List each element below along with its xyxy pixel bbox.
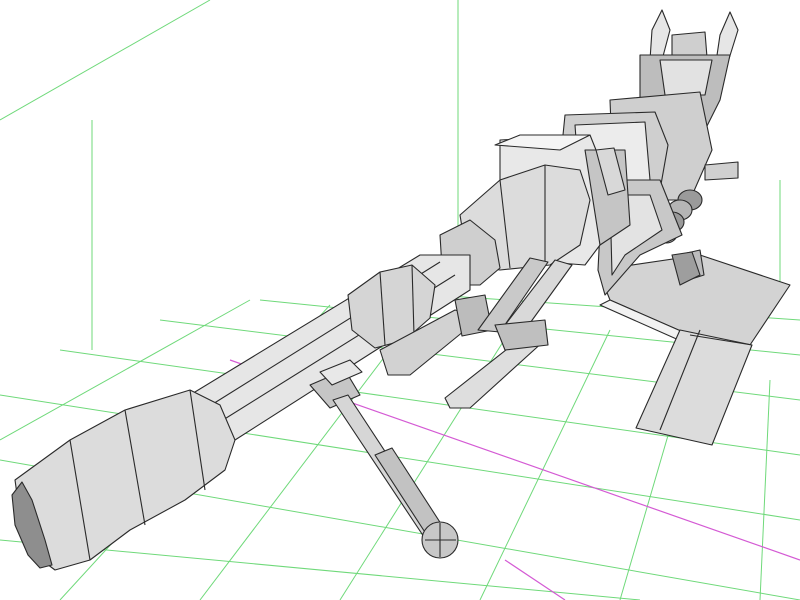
viewport-canvas[interactable] [0, 0, 800, 600]
3d-viewport[interactable] [0, 0, 800, 600]
rifle-wireframe-model[interactable] [11, 9, 791, 571]
stock-pad[interactable] [635, 329, 753, 446]
rear-housing-face[interactable] [659, 59, 713, 96]
rear-sight-post-left[interactable] [649, 9, 671, 61]
z-axis-line [504, 559, 566, 600]
front-support-pad[interactable] [494, 319, 549, 351]
muzzle-brake[interactable] [14, 389, 236, 571]
